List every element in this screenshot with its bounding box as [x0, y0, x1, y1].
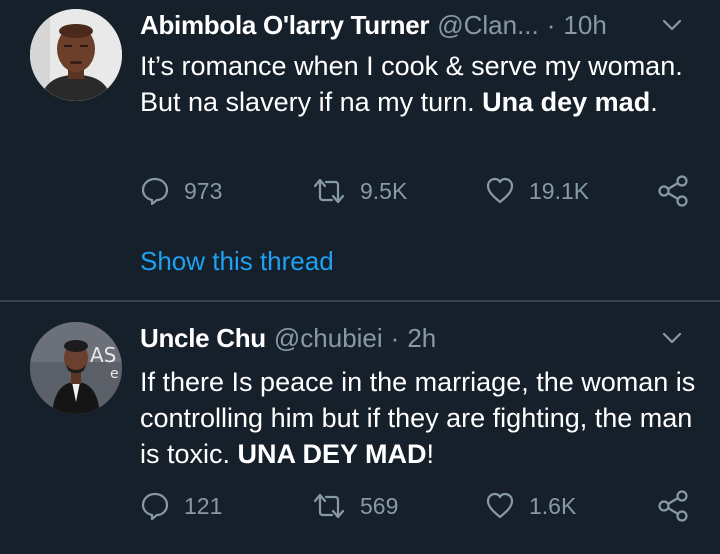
tweet-actions: 121 569 1.6K	[140, 486, 700, 526]
like-icon	[485, 176, 515, 206]
tweet-text-bold: Una dey mad	[482, 87, 651, 117]
like-count: 1.6K	[529, 492, 577, 519]
retweet-button[interactable]: 569	[312, 486, 398, 526]
like-button[interactable]: 19.1K	[485, 171, 589, 211]
tweet-header: Abimbola O'larry Turner @Clan... · 10h	[140, 7, 700, 43]
avatar[interactable]	[30, 9, 122, 101]
like-button[interactable]: 1.6K	[485, 486, 576, 526]
tweet-header: Uncle Chu @chubiei · 2h	[140, 320, 700, 356]
avatar[interactable]: AS e	[30, 322, 122, 414]
separator-dot: ·	[390, 322, 400, 353]
reply-icon	[140, 176, 170, 206]
separator-dot: ·	[546, 9, 556, 40]
share-icon	[656, 490, 690, 522]
retweet-count: 569	[360, 492, 399, 519]
avatar-image: AS e	[30, 322, 122, 414]
user-handle[interactable]: @Clan...	[437, 10, 539, 41]
reply-count: 121	[184, 492, 223, 519]
timestamp[interactable]: 2h	[407, 323, 436, 354]
tweet-2[interactable]: AS e Uncle Chu @chubiei · 2h If there Is…	[0, 302, 720, 554]
user-handle[interactable]: @chubiei	[274, 323, 383, 354]
share-button[interactable]	[656, 171, 690, 211]
show-thread-link[interactable]: Show this thread	[140, 246, 334, 277]
retweet-icon	[312, 491, 346, 521]
svg-text:AS: AS	[90, 343, 116, 367]
like-count: 19.1K	[529, 177, 590, 204]
reply-button[interactable]: 973	[140, 171, 222, 211]
avatar-image	[30, 9, 122, 101]
display-name[interactable]: Uncle Chu	[140, 323, 266, 354]
chevron-down-icon[interactable]	[658, 11, 686, 39]
retweet-button[interactable]: 9.5K	[312, 171, 407, 211]
timestamp[interactable]: 10h	[563, 10, 606, 41]
share-button[interactable]	[656, 486, 690, 526]
share-icon	[656, 175, 690, 207]
display-name[interactable]: Abimbola O'larry Turner	[140, 10, 430, 41]
chevron-down-icon[interactable]	[658, 324, 686, 352]
tweet-text: If there Is peace in the marriage, the w…	[140, 364, 700, 472]
like-icon	[485, 491, 515, 521]
tweet-text-bold: UNA DEY MAD	[237, 439, 427, 469]
tweet-text-end: .	[650, 87, 658, 117]
tweet-actions: 973 9.5K 19.1K	[140, 171, 700, 211]
reply-icon	[140, 491, 170, 521]
retweet-count: 9.5K	[360, 177, 408, 204]
tweet-text-end: !	[426, 439, 435, 469]
retweet-icon	[312, 176, 346, 206]
reply-count: 973	[184, 177, 223, 204]
tweet-text: It’s romance when I cook & serve my woma…	[140, 48, 700, 120]
svg-text:e: e	[110, 366, 119, 382]
reply-button[interactable]: 121	[140, 486, 222, 526]
tweet-1[interactable]: Abimbola O'larry Turner @Clan... · 10h I…	[0, 0, 720, 300]
